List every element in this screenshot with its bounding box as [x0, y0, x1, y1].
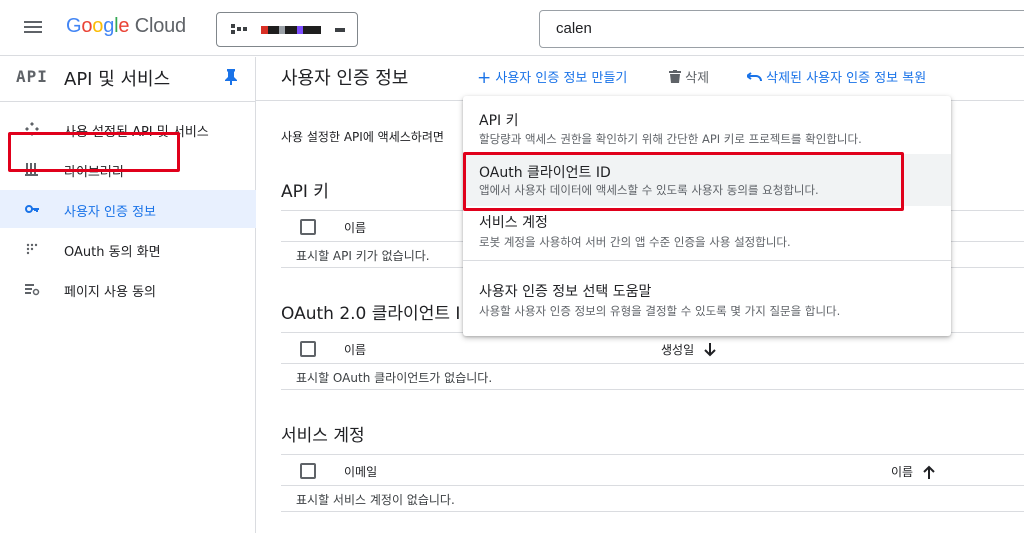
- sidebar-divider: [0, 101, 256, 102]
- api-badge: API: [16, 67, 48, 86]
- sidebar-item-credentials[interactable]: 사용자 인증 정보: [0, 190, 256, 228]
- section-title-api-keys: API 키: [281, 182, 329, 202]
- delete-button[interactable]: 삭제: [669, 67, 709, 86]
- redacted-project-suffix: [335, 28, 345, 32]
- column-header-name[interactable]: 이름: [344, 341, 366, 358]
- top-app-bar: Google Cloud: [0, 0, 1024, 56]
- create-credentials-menu: API 키 할당량과 액세스 권한을 확인하기 위해 간단한 API 키로 프로…: [463, 96, 951, 336]
- table-header-oauth: 이름 생성일: [281, 332, 1024, 364]
- arrow-down-icon: [704, 343, 716, 357]
- section-title-service-accounts: 서비스 계정: [281, 426, 365, 446]
- sidebar-title: API 및 서비스: [64, 69, 171, 90]
- column-header-email[interactable]: 이메일: [344, 463, 377, 480]
- project-picker-button[interactable]: [216, 12, 358, 47]
- sidebar-item-page-consent[interactable]: 페이지 사용 동의: [0, 270, 256, 308]
- table-header-service-accounts: 이메일 이름: [281, 454, 1024, 486]
- main-menu-icon[interactable]: [22, 18, 44, 36]
- search-input[interactable]: [556, 20, 976, 37]
- pin-icon[interactable]: [224, 69, 238, 85]
- arrow-up-icon: [923, 465, 935, 479]
- empty-row-service-accounts: 표시할 서비스 계정이 없습니다.: [281, 484, 1024, 512]
- dots-grid-icon: [26, 243, 38, 255]
- menu-item-help-me-choose[interactable]: 사용자 인증 정보 선택 도움말 사용할 사용자 인증 정보의 유형을 결정할 …: [463, 268, 951, 328]
- redacted-project-name: [261, 26, 321, 34]
- settings-list-icon: [25, 284, 40, 296]
- column-header-name[interactable]: 이름: [344, 219, 366, 236]
- plus-icon: +: [477, 68, 492, 88]
- create-credentials-button[interactable]: + 사용자 인증 정보 만들기: [477, 67, 627, 88]
- sidebar: API API 및 서비스 사용 설정된 API 및 서비스 라이브러리 사용자…: [0, 57, 256, 533]
- column-header-name[interactable]: 이름: [891, 463, 935, 480]
- annotation-highlight-sidebar: [8, 132, 180, 172]
- restore-deleted-button[interactable]: 삭제된 사용자 인증 정보 복원: [745, 67, 926, 86]
- menu-item-service-account[interactable]: 서비스 계정 로봇 계정을 사용하여 서버 간의 앱 수준 인증을 사용 설정합…: [463, 206, 951, 258]
- select-all-checkbox[interactable]: [300, 341, 316, 357]
- project-hierarchy-icon: [231, 24, 247, 34]
- trash-icon: [669, 70, 681, 83]
- menu-divider: [463, 260, 951, 261]
- empty-row-oauth: 표시할 OAuth 클라이언트가 없습니다.: [281, 362, 1024, 390]
- annotation-highlight-oauth: [463, 152, 904, 211]
- section-title-oauth: OAuth 2.0 클라이언트 I: [281, 304, 461, 324]
- select-all-checkbox[interactable]: [300, 219, 316, 235]
- google-cloud-logo[interactable]: Google Cloud: [66, 15, 186, 38]
- search-box[interactable]: [539, 10, 1024, 48]
- menu-item-api-key[interactable]: API 키 할당량과 액세스 권한을 확인하기 위해 간단한 API 키로 프로…: [463, 102, 951, 154]
- column-header-created[interactable]: 생성일: [661, 341, 716, 358]
- intro-text: 사용 설정한 API에 액세스하려면: [281, 130, 444, 144]
- select-all-checkbox[interactable]: [300, 463, 316, 479]
- page-title: 사용자 인증 정보: [281, 68, 409, 89]
- undo-icon: [745, 72, 762, 82]
- key-icon: [25, 205, 39, 213]
- sidebar-item-oauth-consent[interactable]: OAuth 동의 화면: [0, 230, 256, 268]
